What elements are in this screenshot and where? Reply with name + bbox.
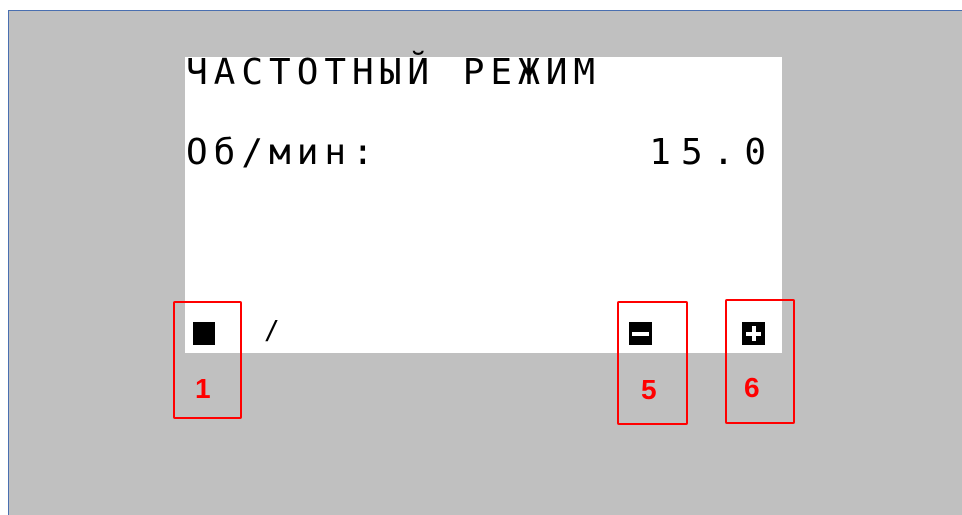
softkey-6-marker: 6	[744, 372, 760, 403]
rpm-label: Об/мин:	[186, 132, 380, 173]
lcd-screen	[185, 57, 782, 353]
softkey-5-marker: 5	[641, 374, 657, 405]
mode-title: ЧАСТОТНЫЙ РЕЖИМ	[186, 52, 602, 93]
softkey-1-marker: 1	[195, 373, 211, 404]
rpm-value: 15.0	[649, 132, 776, 173]
softkey-5-button[interactable]	[617, 301, 688, 425]
softkey-6-button[interactable]	[725, 299, 795, 424]
softkey-separator: /	[264, 316, 280, 346]
